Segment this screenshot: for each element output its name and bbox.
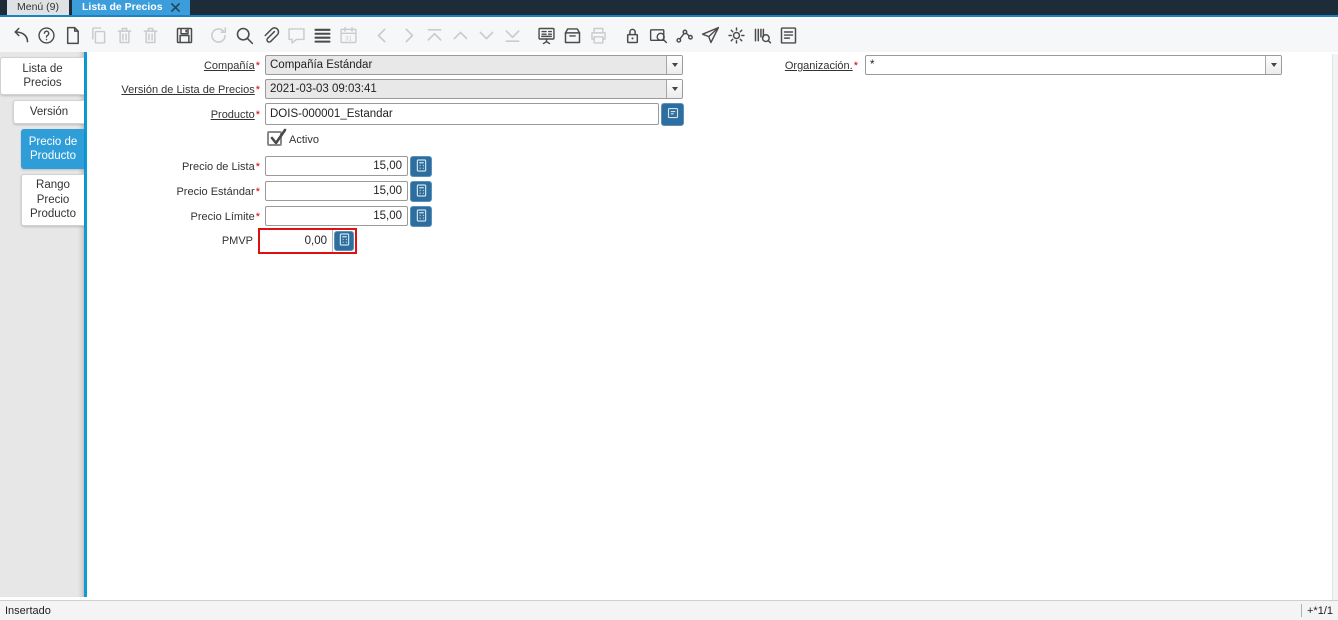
detail-button[interactable]	[533, 22, 559, 49]
calculator-icon	[416, 208, 427, 225]
status-separator	[1301, 604, 1302, 617]
calculator-icon	[416, 183, 427, 200]
new-record-button[interactable]	[59, 22, 85, 49]
previous-button[interactable]	[369, 22, 395, 49]
preferences-button[interactable]	[723, 22, 749, 49]
precio-limite-input[interactable]	[265, 206, 408, 226]
producto-label: Producto*	[210, 109, 260, 121]
archive-button[interactable]	[559, 22, 585, 49]
precio-estandar-label: Precio Estándar*	[176, 186, 260, 198]
activo-label: Activo	[289, 134, 319, 146]
copy-record-button[interactable]	[85, 22, 111, 49]
precio-limite-calculator-button[interactable]	[410, 206, 432, 227]
save-button[interactable]	[171, 22, 197, 49]
tab-sidebar: Lista de Precios Versión Precio de Produ…	[0, 52, 87, 597]
workflow-button[interactable]	[671, 22, 697, 49]
calculator-icon	[339, 233, 350, 249]
main-area: Lista de Precios Versión Precio de Produ…	[0, 52, 1338, 600]
sidebar-tab-precio-de-producto[interactable]: Precio de Producto	[21, 129, 84, 169]
precio-de-lista-input[interactable]	[265, 156, 408, 176]
tab-menu-label: Menú (9)	[17, 1, 60, 13]
precio-de-lista-calculator-button[interactable]	[410, 156, 432, 177]
help-button[interactable]	[33, 22, 59, 49]
record-indicator: +*1/1	[1307, 604, 1333, 617]
print-button[interactable]	[585, 22, 611, 49]
record-info-icon	[667, 107, 679, 122]
barcode-scan-button[interactable]	[749, 22, 775, 49]
attachment-button[interactable]	[257, 22, 283, 49]
up-button[interactable]	[447, 22, 473, 49]
pmvp-input[interactable]	[260, 230, 333, 252]
sidebar-tab-label: Rango Precio Producto	[29, 179, 77, 221]
down-button[interactable]	[473, 22, 499, 49]
producto-search-button[interactable]	[661, 103, 684, 126]
pmvp-highlight-box	[258, 228, 357, 254]
organizacion-label: Organización.*	[784, 60, 858, 72]
first-record-button[interactable]	[421, 22, 447, 49]
lock-button[interactable]	[619, 22, 645, 49]
grid-toggle-button[interactable]	[309, 22, 335, 49]
chat-button[interactable]	[283, 22, 309, 49]
status-bar: Insertado +*1/1	[0, 600, 1338, 620]
next-button[interactable]	[395, 22, 421, 49]
svg-text:31: 31	[345, 35, 352, 42]
send-button[interactable]	[697, 22, 723, 49]
producto-input[interactable]	[265, 103, 659, 125]
organizacion-combobox[interactable]	[865, 55, 1282, 75]
find-button[interactable]	[231, 22, 257, 49]
sidebar-tab-label: Versión	[29, 105, 69, 118]
tab-menu[interactable]: Menú (9)	[7, 0, 70, 15]
precio-estandar-calculator-button[interactable]	[410, 181, 432, 202]
organizacion-value[interactable]	[866, 56, 1265, 74]
status-message: Insertado	[5, 604, 51, 617]
compania-dropdown-icon[interactable]	[666, 56, 682, 74]
window-tabbar: Menú (9) Lista de Precios	[0, 0, 1338, 17]
sidebar-tab-label: Lista de Precios	[22, 62, 63, 89]
delete-record-button[interactable]	[111, 22, 137, 49]
sidebar-tab-version[interactable]: Versión	[13, 100, 84, 124]
activo-checkbox[interactable]	[267, 128, 287, 146]
close-tab-icon[interactable]	[170, 2, 180, 12]
compania-value[interactable]	[266, 56, 666, 74]
precio-de-lista-label: Precio de Lista*	[181, 161, 260, 173]
tab-lista-de-precios[interactable]: Lista de Precios	[72, 0, 190, 15]
sidebar-tab-label: Precio de Producto	[28, 135, 78, 162]
pmvp-calculator-button[interactable]	[334, 231, 354, 251]
version-dropdown-icon[interactable]	[666, 80, 682, 98]
pmvp-label: PMVP	[221, 235, 253, 247]
last-record-button[interactable]	[499, 22, 525, 49]
undo-button[interactable]	[7, 22, 33, 49]
sidebar-tab-lista-de-precios[interactable]: Lista de Precios	[0, 57, 84, 95]
version-combobox[interactable]	[265, 79, 683, 99]
version-value[interactable]	[266, 80, 666, 98]
precio-limite-label: Precio Límite*	[190, 211, 260, 223]
organizacion-dropdown-icon[interactable]	[1265, 56, 1281, 74]
app-window: Menú (9) Lista de Precios 31 Lista de Pr…	[0, 0, 1338, 620]
tab-lista-de-precios-label: Lista de Precios	[82, 1, 163, 13]
sidebar-tab-rango-precio-producto[interactable]: Rango Precio Producto	[21, 174, 84, 226]
vertical-scrollbar[interactable]	[1332, 54, 1338, 600]
calendar-button[interactable]: 31	[335, 22, 361, 49]
compania-label: Compañía*	[203, 60, 260, 72]
version-label: Versión de Lista de Precios*	[121, 84, 260, 96]
refresh-button[interactable]	[205, 22, 231, 49]
toolbar: 31	[0, 19, 1338, 52]
precio-estandar-input[interactable]	[265, 181, 408, 201]
calculator-icon	[416, 158, 427, 175]
report-button[interactable]	[775, 22, 801, 49]
compania-combobox[interactable]	[265, 55, 683, 75]
delete-selection-button[interactable]	[137, 22, 163, 49]
zoom-across-button[interactable]	[645, 22, 671, 49]
